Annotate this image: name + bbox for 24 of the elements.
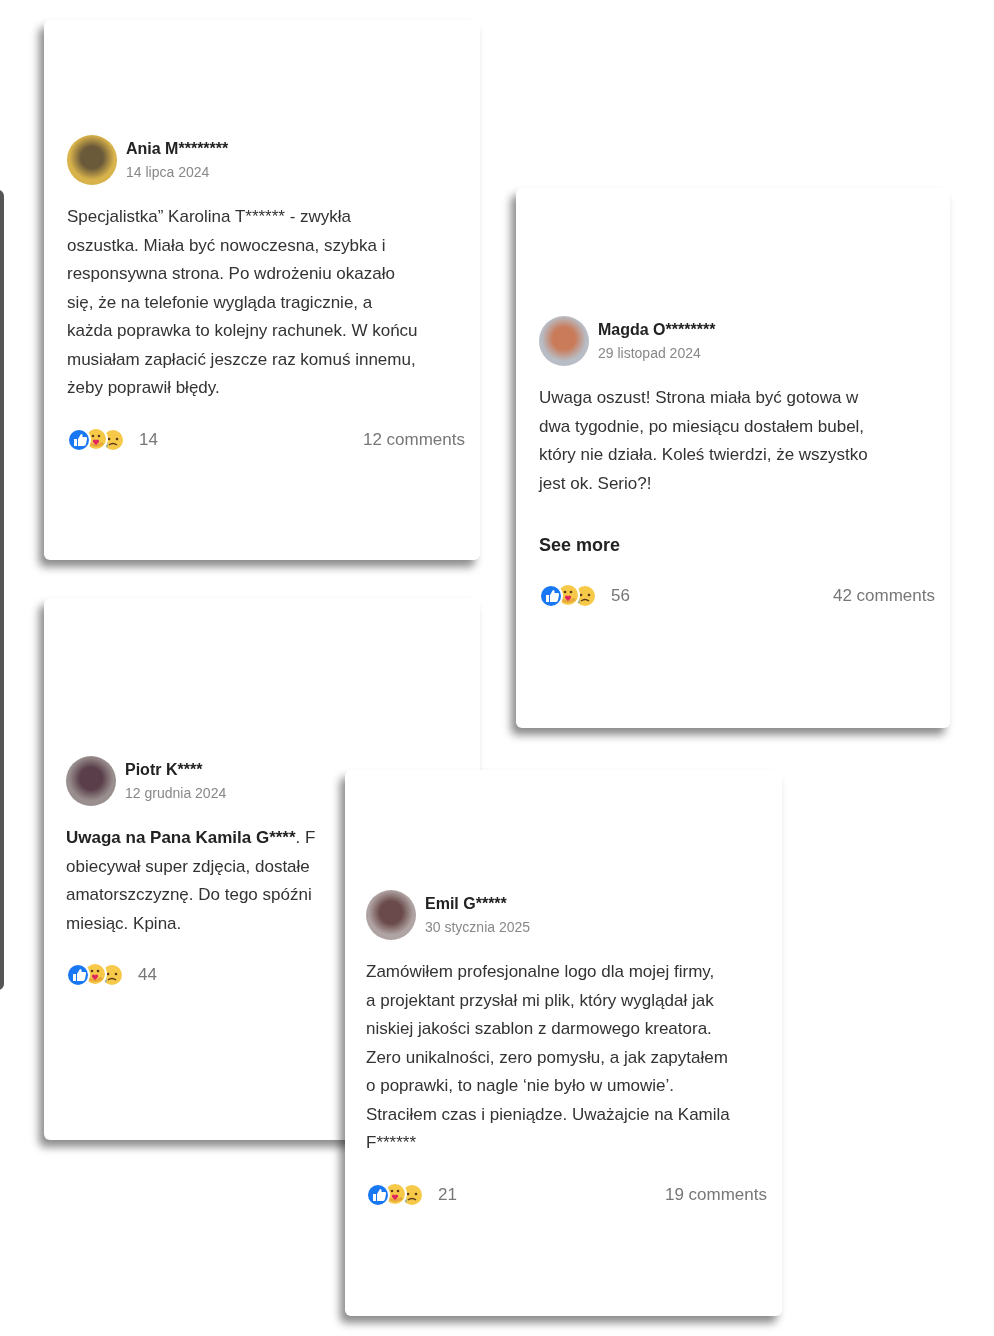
review-text: Uwaga oszust! Strona miała być gotowa w dwa tygodnie, po miesiącu dostałem bubel, który nie działa. Koleś twierdzi, że wszystko jest ok. Serio?!	[539, 387, 869, 495]
author-name: Piotr K****	[125, 760, 204, 780]
review-date: 30 stycznia 2025	[425, 918, 531, 936]
avatar	[66, 756, 116, 806]
review-text: Zamówiłem profesjonalne logo dla mojej firmy, a projektant przysłał mi plik, który wyglądał jak niskiej jakości szablon z darmowego kreatora. Zero unikalności, zero pomysłu, a jak zapytałem o poprawki, to nagle ‘nie było w umowie’. Straciłem czas i pieniądze. Uważajcie na Kamila F******	[366, 961, 731, 1154]
comments-link[interactable]: 12 comments	[362, 426, 465, 453]
author-name: Ania M********	[126, 139, 229, 159]
review-date: 29 listopad 2024	[598, 344, 702, 362]
author-name: Magda O********	[598, 320, 716, 340]
reaction-count: 14	[139, 428, 158, 451]
reaction-count: 56	[611, 585, 630, 608]
comments-link[interactable]: 42 comments	[832, 583, 935, 609]
review-date: 12 grudnia 2024	[125, 784, 227, 802]
avatar	[67, 135, 117, 185]
author-name: Emil G*****	[425, 894, 508, 914]
see-more-link[interactable]: See more	[539, 532, 621, 559]
review-text: Specjalistka” Karolina T****** - zwykła oszustka. Miała być nowoczesna, szybka i responsywna strona. Po wdrożeniu okazało się, że na telefonie wygląda tragicznie, a każda poprawka to kolejny rachunek. W końcu musiałam zapłacić jeszcze raz komuś innemu, żeby poprawił błędy.	[67, 206, 419, 399]
review-date: 14 lipca 2024	[126, 163, 211, 181]
reaction-count: 44	[138, 964, 157, 987]
avatar	[366, 890, 416, 940]
reaction-count: 21	[438, 1183, 457, 1206]
review-text: Uwaga na Pana Kamila G****. F obiecywał super zdjęcia, dostałe amatorszczyznę. Do tego spóźni miesiąc. Kpina.	[66, 827, 317, 935]
comments-link[interactable]: 19 comments	[664, 1181, 767, 1208]
avatar	[539, 316, 589, 366]
